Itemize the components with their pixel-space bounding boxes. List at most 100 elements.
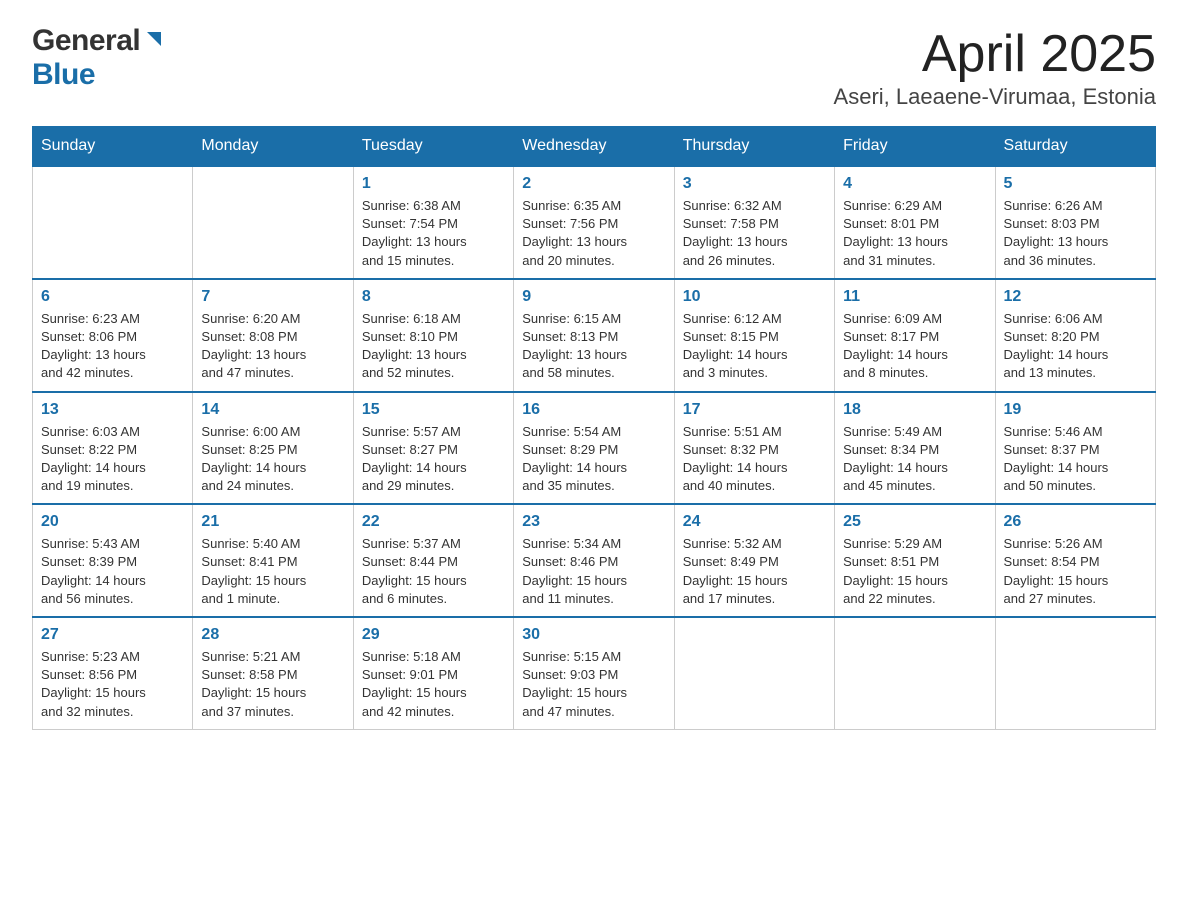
- day-info: Sunrise: 6:12 AM Sunset: 8:15 PM Dayligh…: [683, 310, 826, 383]
- day-number: 18: [843, 401, 986, 419]
- table-row: 14Sunrise: 6:00 AM Sunset: 8:25 PM Dayli…: [193, 392, 353, 505]
- calendar-table: Sunday Monday Tuesday Wednesday Thursday…: [32, 126, 1156, 730]
- day-info: Sunrise: 5:57 AM Sunset: 8:27 PM Dayligh…: [362, 423, 505, 496]
- table-row: 12Sunrise: 6:06 AM Sunset: 8:20 PM Dayli…: [995, 279, 1155, 392]
- table-row: [33, 166, 193, 279]
- header-sunday: Sunday: [33, 127, 193, 167]
- day-number: 1: [362, 175, 505, 193]
- day-info: Sunrise: 5:23 AM Sunset: 8:56 PM Dayligh…: [41, 648, 184, 721]
- calendar-week-3: 13 Sunrise: 6:03 AM Sunset: 8:22 PM Dayli…: [33, 392, 1156, 505]
- day-info: Sunrise: 5:26 AM Sunset: 8:54 PM Dayligh…: [1004, 535, 1147, 608]
- day-number: 11: [843, 288, 986, 306]
- day-number: 23: [522, 513, 665, 531]
- day-number: 13: [41, 401, 184, 419]
- day-number: 27: [41, 626, 184, 644]
- day-info: Sunrise: 6:23 AM Sunset: 8:06 PM Dayligh…: [41, 310, 184, 383]
- header-thursday: Thursday: [674, 127, 834, 167]
- day-info: Sunrise: 5:43 AM Sunset: 8:39 PM Dayligh…: [41, 535, 184, 608]
- table-row: 9 Sunrise: 6:15 AM Sunset: 8:13 PM Daylig…: [514, 279, 674, 392]
- page-title: April 2025: [834, 24, 1156, 84]
- day-info: Sunrise: 6:29 AM Sunset: 8:01 PM Dayligh…: [843, 197, 986, 270]
- table-row: 10 Sunrise: 6:12 AM Sunset: 8:15 PM Dayli…: [674, 279, 834, 392]
- calendar-week-4: 20 Sunrise: 5:43 AM Sunset: 8:39 PM Dayli…: [33, 504, 1156, 617]
- day-number: 22: [362, 513, 505, 531]
- table-row: 5Sunrise: 6:26 AM Sunset: 8:03 PM Daylig…: [995, 166, 1155, 279]
- day-info: Sunrise: 5:46 AM Sunset: 8:37 PM Dayligh…: [1004, 423, 1147, 496]
- table-row: 18 Sunrise: 5:49 AM Sunset: 8:34 PM Dayli…: [835, 392, 995, 505]
- day-number: 6: [41, 288, 184, 306]
- day-number: 7: [201, 288, 344, 306]
- day-info: Sunrise: 6:38 AM Sunset: 7:54 PM Dayligh…: [362, 197, 505, 270]
- calendar-week-5: 27 Sunrise: 5:23 AM Sunset: 8:56 PM Dayli…: [33, 617, 1156, 729]
- day-number: 17: [683, 401, 826, 419]
- table-row: 28Sunrise: 5:21 AM Sunset: 8:58 PM Dayli…: [193, 617, 353, 729]
- calendar-week-1: 1 Sunrise: 6:38 AM Sunset: 7:54 PM Daylig…: [33, 166, 1156, 279]
- day-info: Sunrise: 6:32 AM Sunset: 7:58 PM Dayligh…: [683, 197, 826, 270]
- table-row: 4 Sunrise: 6:29 AM Sunset: 8:01 PM Daylig…: [835, 166, 995, 279]
- day-number: 20: [41, 513, 184, 531]
- table-row: [995, 617, 1155, 729]
- table-row: [193, 166, 353, 279]
- table-row: 25 Sunrise: 5:29 AM Sunset: 8:51 PM Dayli…: [835, 504, 995, 617]
- day-number: 26: [1004, 513, 1147, 531]
- day-number: 9: [522, 288, 665, 306]
- day-number: 24: [683, 513, 826, 531]
- day-number: 8: [362, 288, 505, 306]
- day-info: Sunrise: 6:00 AM Sunset: 8:25 PM Dayligh…: [201, 423, 344, 496]
- logo-general-text: General: [32, 24, 140, 58]
- day-info: Sunrise: 6:06 AM Sunset: 8:20 PM Dayligh…: [1004, 310, 1147, 383]
- day-number: 10: [683, 288, 826, 306]
- table-row: 24Sunrise: 5:32 AM Sunset: 8:49 PM Dayli…: [674, 504, 834, 617]
- title-block: April 2025 Aseri, Laeaene-Virumaa, Eston…: [834, 24, 1156, 110]
- table-row: 15 Sunrise: 5:57 AM Sunset: 8:27 PM Dayli…: [353, 392, 513, 505]
- day-number: 19: [1004, 401, 1147, 419]
- logo-arrow-icon: [143, 28, 165, 50]
- day-number: 30: [522, 626, 665, 644]
- day-info: Sunrise: 6:35 AM Sunset: 7:56 PM Dayligh…: [522, 197, 665, 270]
- table-row: 6 Sunrise: 6:23 AM Sunset: 8:06 PM Daylig…: [33, 279, 193, 392]
- table-row: 20 Sunrise: 5:43 AM Sunset: 8:39 PM Dayli…: [33, 504, 193, 617]
- day-info: Sunrise: 5:15 AM Sunset: 9:03 PM Dayligh…: [522, 648, 665, 721]
- page-header: General Blue April 2025 Aseri, Laeaene-V…: [32, 24, 1156, 110]
- table-row: 7 Sunrise: 6:20 AM Sunset: 8:08 PM Daylig…: [193, 279, 353, 392]
- table-row: 1 Sunrise: 6:38 AM Sunset: 7:54 PM Daylig…: [353, 166, 513, 279]
- day-number: 25: [843, 513, 986, 531]
- day-number: 3: [683, 175, 826, 193]
- table-row: [835, 617, 995, 729]
- day-number: 28: [201, 626, 344, 644]
- table-row: 19 Sunrise: 5:46 AM Sunset: 8:37 PM Dayli…: [995, 392, 1155, 505]
- table-row: 13 Sunrise: 6:03 AM Sunset: 8:22 PM Dayli…: [33, 392, 193, 505]
- table-row: [674, 617, 834, 729]
- table-row: 23 Sunrise: 5:34 AM Sunset: 8:46 PM Dayli…: [514, 504, 674, 617]
- table-row: 8 Sunrise: 6:18 AM Sunset: 8:10 PM Daylig…: [353, 279, 513, 392]
- day-number: 21: [201, 513, 344, 531]
- table-row: 26 Sunrise: 5:26 AM Sunset: 8:54 PM Dayli…: [995, 504, 1155, 617]
- day-info: Sunrise: 5:51 AM Sunset: 8:32 PM Dayligh…: [683, 423, 826, 496]
- day-info: Sunrise: 5:18 AM Sunset: 9:01 PM Dayligh…: [362, 648, 505, 721]
- day-info: Sunrise: 6:15 AM Sunset: 8:13 PM Dayligh…: [522, 310, 665, 383]
- day-number: 4: [843, 175, 986, 193]
- day-number: 2: [522, 175, 665, 193]
- day-number: 5: [1004, 175, 1147, 193]
- calendar-header-row: Sunday Monday Tuesday Wednesday Thursday…: [33, 127, 1156, 167]
- table-row: 2 Sunrise: 6:35 AM Sunset: 7:56 PM Daylig…: [514, 166, 674, 279]
- day-info: Sunrise: 5:49 AM Sunset: 8:34 PM Dayligh…: [843, 423, 986, 496]
- day-info: Sunrise: 5:37 AM Sunset: 8:44 PM Dayligh…: [362, 535, 505, 608]
- table-row: 17 Sunrise: 5:51 AM Sunset: 8:32 PM Dayli…: [674, 392, 834, 505]
- day-info: Sunrise: 6:20 AM Sunset: 8:08 PM Dayligh…: [201, 310, 344, 383]
- day-info: Sunrise: 6:09 AM Sunset: 8:17 PM Dayligh…: [843, 310, 986, 383]
- day-info: Sunrise: 6:18 AM Sunset: 8:10 PM Dayligh…: [362, 310, 505, 383]
- header-tuesday: Tuesday: [353, 127, 513, 167]
- day-number: 16: [522, 401, 665, 419]
- day-info: Sunrise: 6:03 AM Sunset: 8:22 PM Dayligh…: [41, 423, 184, 496]
- day-number: 15: [362, 401, 505, 419]
- table-row: 11 Sunrise: 6:09 AM Sunset: 8:17 PM Dayli…: [835, 279, 995, 392]
- logo: General Blue: [32, 24, 165, 92]
- day-number: 29: [362, 626, 505, 644]
- day-info: Sunrise: 5:34 AM Sunset: 8:46 PM Dayligh…: [522, 535, 665, 608]
- day-info: Sunrise: 5:29 AM Sunset: 8:51 PM Dayligh…: [843, 535, 986, 608]
- table-row: 16Sunrise: 5:54 AM Sunset: 8:29 PM Dayli…: [514, 392, 674, 505]
- table-row: 3 Sunrise: 6:32 AM Sunset: 7:58 PM Daylig…: [674, 166, 834, 279]
- header-wednesday: Wednesday: [514, 127, 674, 167]
- header-friday: Friday: [835, 127, 995, 167]
